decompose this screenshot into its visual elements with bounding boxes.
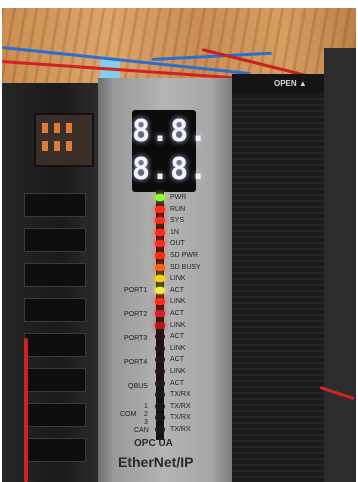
status-led-label: ACT xyxy=(170,333,184,341)
display-top-digits: 8.8. xyxy=(132,114,209,149)
open-label: OPEN ▲ xyxy=(274,79,307,88)
status-led xyxy=(155,194,165,201)
led-strip xyxy=(155,190,165,440)
can-label: CAN xyxy=(134,427,149,434)
status-led xyxy=(155,286,165,294)
cpu-module: 8.8. 8.8. PWR RUN SYS 1N OUT SD PWR SD BUSY LIN… xyxy=(98,78,232,482)
terminal-slot xyxy=(24,333,86,357)
ethernet-ip-logo: EtherNet/IP xyxy=(118,454,194,470)
port-label-port2: PORT2 xyxy=(124,311,148,318)
terminal-pin xyxy=(66,123,72,133)
status-led xyxy=(155,310,165,317)
com-label: COM xyxy=(120,411,137,418)
status-led-label: SD PWR xyxy=(170,252,198,259)
side-module xyxy=(324,48,356,482)
status-led xyxy=(155,414,165,422)
terminal-slot xyxy=(24,263,86,287)
terminal-pin xyxy=(42,123,48,133)
status-led xyxy=(155,263,165,271)
status-led xyxy=(155,426,165,433)
status-led xyxy=(155,356,165,364)
terminal-pin xyxy=(66,141,72,151)
status-led xyxy=(155,402,165,410)
status-led-label: LINK xyxy=(170,344,186,352)
seven-segment-display: 8.8. 8.8. xyxy=(132,110,209,192)
terminal-slot xyxy=(24,228,86,252)
terminal-module xyxy=(2,83,98,482)
status-led-label: TX/RX xyxy=(170,426,191,433)
terminal-pin xyxy=(42,141,48,151)
plc-photo: 8.8. 8.8. PWR RUN SYS 1N OUT SD PWR SD BUSY LIN… xyxy=(2,8,356,482)
port-label-qbus: QBUS xyxy=(128,383,148,390)
status-led-label: SD BUSY xyxy=(170,263,201,271)
terminal-block xyxy=(34,113,94,167)
status-led-label: TX/RX xyxy=(170,402,191,410)
terminal-slot xyxy=(24,438,86,462)
status-led-label: LINK xyxy=(170,275,186,283)
status-led-label: LINK xyxy=(170,321,186,329)
port-label-port3: PORT3 xyxy=(124,335,148,342)
terminal-slot xyxy=(24,193,86,217)
status-led-label: SYS xyxy=(170,217,185,225)
status-led-label: ACT xyxy=(170,356,184,364)
status-led xyxy=(155,391,165,399)
status-led-label: LINK xyxy=(170,368,186,375)
status-led-label: ACT xyxy=(170,286,184,294)
status-led xyxy=(155,228,165,236)
status-led-label: 1N xyxy=(170,228,179,236)
status-led xyxy=(155,252,165,259)
terminal-slot xyxy=(24,368,86,392)
status-led-label: TX/RX xyxy=(170,414,191,422)
status-led-label: ACT xyxy=(170,379,184,387)
display-bottom-digits: 8.8. xyxy=(132,152,209,187)
red-wire xyxy=(24,338,28,482)
terminal-slot xyxy=(24,298,86,322)
status-led xyxy=(155,298,165,306)
status-led xyxy=(155,379,165,387)
status-led xyxy=(155,240,165,248)
status-led xyxy=(155,321,165,329)
status-led xyxy=(155,205,165,213)
terminal-pin xyxy=(54,141,60,151)
status-led-label: PWR xyxy=(170,194,187,201)
status-led xyxy=(155,368,165,375)
status-led xyxy=(155,333,165,341)
status-led xyxy=(155,275,165,283)
status-led xyxy=(155,217,165,225)
opc-ua-logo: OPC UA xyxy=(134,438,173,449)
port-label-port4: PORT4 xyxy=(124,359,148,366)
status-led-label: ACT xyxy=(170,310,184,317)
terminal-slot xyxy=(24,403,86,427)
status-led-label: RUN xyxy=(170,205,186,213)
status-led-label: TX/RX xyxy=(170,391,191,399)
status-led-label: LINK xyxy=(170,298,186,306)
status-led-label: OUT xyxy=(170,240,185,248)
status-led xyxy=(155,344,165,352)
port-label-port1: PORT1 xyxy=(124,287,148,294)
terminal-pin xyxy=(54,123,60,133)
